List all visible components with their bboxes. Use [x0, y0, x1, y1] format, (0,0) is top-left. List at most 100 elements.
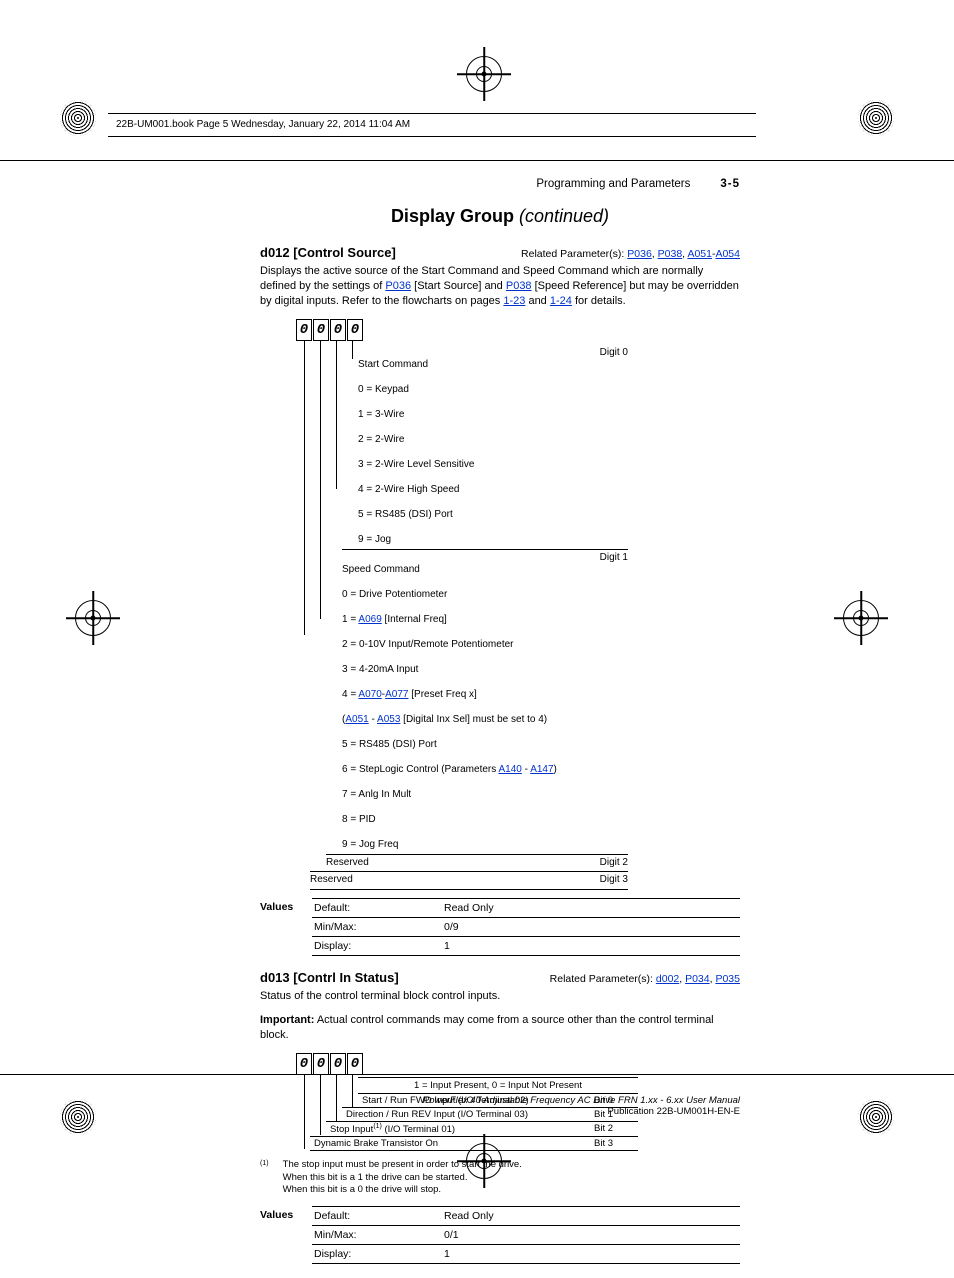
crop-mark-icon [858, 100, 894, 136]
digit0-text: Start Command 0 = Keypad 1 = 3-Wire 2 = … [358, 347, 474, 547]
digit0-line: 4 = 2-Wire High Speed [358, 484, 459, 495]
crop-mark-icon [60, 1099, 96, 1135]
bit-row: Dynamic Brake Transistor OnBit 3 [310, 1136, 638, 1151]
value-val: Read Only [444, 902, 494, 914]
link-p035[interactable]: P035 [715, 973, 740, 985]
link-1-23[interactable]: 1-23 [503, 295, 525, 307]
digit0-line: 9 = Jog [358, 534, 391, 545]
digit1-line: 5 = RS485 (DSI) Port [342, 739, 437, 750]
seg-digit-3: 0 [296, 319, 312, 341]
d013-values: Values Default:Read Only Min/Max:0/1 Dis… [260, 1206, 740, 1264]
seg-digit-3: 0 [296, 1053, 312, 1075]
book-header-strip: 22B-UM001.book Page 5 Wednesday, January… [108, 113, 756, 137]
footer-manual-title: PowerFlex 40 Adjustable Frequency AC Dri… [260, 1095, 740, 1106]
desc-text: [Start Source] and [411, 280, 506, 292]
digit1-line: - [522, 764, 530, 775]
registration-mark-icon [75, 600, 111, 636]
crop-mark-icon [60, 100, 96, 136]
digit2-label: Digit 2 [594, 857, 628, 870]
page-number: 3-5 [720, 178, 740, 190]
d013-title: d013 [Contrl In Status] [260, 970, 399, 985]
digit2-text: Reserved [326, 857, 369, 870]
connector-line [352, 341, 353, 359]
registration-mark-icon [843, 600, 879, 636]
link-p038[interactable]: P038 [506, 280, 532, 292]
page-footer: PowerFlex 40 Adjustable Frequency AC Dri… [260, 1095, 740, 1117]
digit1-line: ) [554, 764, 557, 775]
digit1-line: 3 = 4-20mA Input [342, 664, 418, 675]
digit1-row: Speed Command 0 = Drive Potentiometer 1 … [342, 549, 628, 854]
link-1-24[interactable]: 1-24 [550, 295, 572, 307]
bit-legend: 1 = Input Present, 0 = Input Not Present [358, 1077, 638, 1093]
value-row: Default:Read Only [312, 898, 740, 917]
important-text: Actual control commands may come from a … [260, 1014, 714, 1041]
link-a147[interactable]: A147 [530, 764, 553, 775]
digit0-line: 5 = RS485 (DSI) Port [358, 509, 453, 520]
digit1-line: [Digital Inx Sel] must be set to 4) [400, 714, 547, 725]
link-d002[interactable]: d002 [656, 973, 679, 985]
link-a051[interactable]: A051 [687, 248, 712, 260]
d013-important: Important: Actual control commands may c… [260, 1013, 740, 1043]
digit3-label: Digit 3 [594, 874, 628, 887]
value-row: Min/Max:0/9 [312, 917, 740, 936]
seg-digit-0: 0 [347, 319, 363, 341]
value-key: Min/Max: [314, 921, 444, 933]
value-val: 1 [444, 1248, 450, 1260]
digit1-line: 2 = 0-10V Input/Remote Potentiometer [342, 639, 514, 650]
digit1-label: Digit 1 [594, 552, 628, 852]
footnote: (1) The stop input must be present in or… [260, 1159, 740, 1196]
value-key: Default: [314, 902, 444, 914]
footnote-body: The stop input must be present in order … [283, 1159, 713, 1196]
page: 22B-UM001.book Page 5 Wednesday, January… [0, 0, 954, 1235]
link-p036[interactable]: P036 [627, 248, 652, 260]
digit1-line: [Internal Freq] [382, 614, 447, 625]
crop-line [0, 160, 954, 161]
link-a077[interactable]: A077 [385, 689, 408, 700]
seg-digit-2: 0 [313, 1053, 329, 1075]
bit-num: Bit 2 [590, 1122, 638, 1136]
value-key: Min/Max: [314, 1229, 444, 1241]
important-label: Important: [260, 1014, 314, 1026]
bit-num: Bit 3 [590, 1137, 638, 1150]
desc-text: and [525, 295, 549, 307]
values-label: Values [260, 898, 304, 913]
value-row: Default:Read Only [312, 1206, 740, 1225]
digit1-line: [Preset Freq x] [408, 689, 476, 700]
link-a069[interactable]: A069 [358, 614, 381, 625]
link-a140[interactable]: A140 [498, 764, 521, 775]
value-key: Default: [314, 1210, 444, 1222]
bit-text-pre: Stop Input [330, 1124, 373, 1135]
d012-digit-panel: 0 0 0 0 Start Command 0 = Keypad 1 = 3-W… [296, 319, 616, 890]
link-a054[interactable]: A054 [715, 248, 740, 260]
seg-digit-1: 0 [330, 319, 346, 341]
digit3-row: Reserved Digit 3 [310, 871, 628, 890]
digit1-line: - [369, 714, 377, 725]
digit1-line: 8 = PID [342, 814, 376, 825]
d013-related: Related Parameter(s): d002, P034, P035 [550, 973, 740, 985]
link-p034[interactable]: P034 [685, 973, 710, 985]
digit1-title: Speed Command [342, 564, 420, 575]
section-name: Programming and Parameters [536, 178, 690, 190]
digit1-line: 0 = Drive Potentiometer [342, 589, 447, 600]
digit1-line: 9 = Jog Freq [342, 839, 398, 850]
title-continued: (continued) [519, 206, 609, 226]
footer-publication: Publication 22B-UM001H-EN-E [260, 1106, 740, 1117]
connector-line [336, 341, 337, 489]
desc-text: for details. [572, 295, 626, 307]
fn-mark-text: (1) [260, 1160, 269, 1167]
bit-sup: (1) [373, 1123, 382, 1130]
link-a051[interactable]: A051 [345, 714, 368, 725]
link-a053[interactable]: A053 [377, 714, 400, 725]
value-val: 0/9 [444, 921, 459, 933]
d013-header: d013 [Contrl In Status] Related Paramete… [260, 970, 740, 985]
digit3-text: Reserved [310, 874, 353, 887]
link-p036[interactable]: P036 [385, 280, 411, 292]
d012-description: Displays the active source of the Start … [260, 264, 740, 309]
digit0-line: 3 = 2-Wire Level Sensitive [358, 459, 474, 470]
seg-digit-1: 0 [330, 1053, 346, 1075]
value-val: Read Only [444, 1210, 494, 1222]
link-p038[interactable]: P038 [658, 248, 683, 260]
link-a070[interactable]: A070 [358, 689, 381, 700]
digit1-text: Speed Command 0 = Drive Potentiometer 1 … [342, 552, 557, 852]
seg-digit-0: 0 [347, 1053, 363, 1075]
